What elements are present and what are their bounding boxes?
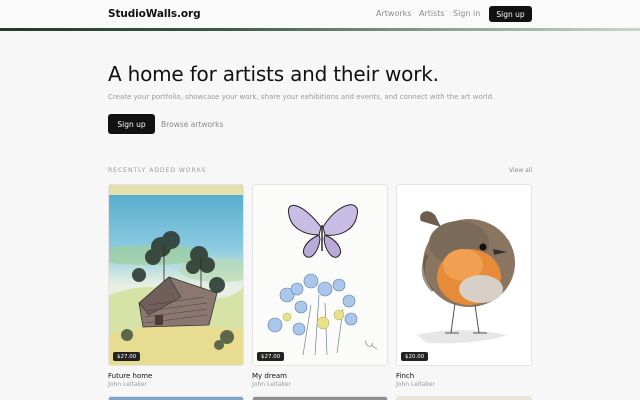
hero-title: A home for artists and their work. — [108, 62, 439, 86]
price-badge: $27.00 — [113, 352, 141, 361]
artwork-artist[interactable]: John Leitaker — [108, 381, 244, 388]
price-badge: $20.00 — [401, 352, 429, 361]
artwork-image-robin[interactable]: $20.00 — [396, 184, 532, 366]
accent-gradient-line — [0, 28, 640, 31]
watercolor-landscape-illustration — [109, 185, 243, 365]
artwork-title[interactable]: Future home — [108, 372, 244, 380]
nav-sign-in-link[interactable]: Sign in — [453, 9, 480, 18]
nav-artworks-link[interactable]: Artworks — [376, 9, 411, 18]
artwork-card[interactable]: $27.00 My dream John Leitaker — [252, 184, 388, 388]
artwork-title[interactable]: My dream — [252, 372, 388, 380]
nav-sign-up-button[interactable]: Sign up — [489, 6, 532, 22]
watercolor-robin-illustration — [397, 185, 531, 365]
artwork-card[interactable]: $27.00 Future home John Leitaker — [108, 184, 244, 388]
browse-artworks-link[interactable]: Browse artworks — [161, 120, 223, 129]
artwork-artist[interactable]: John Leitaker — [252, 381, 388, 388]
watercolor-butterfly-illustration — [253, 185, 387, 365]
nav-artists-link[interactable]: Artists — [419, 9, 445, 18]
artwork-artist[interactable]: John Leitaker — [396, 381, 532, 388]
artwork-card-partial[interactable] — [108, 396, 244, 400]
price-badge: $27.00 — [257, 352, 285, 361]
view-all-link[interactable]: View all — [509, 167, 532, 174]
artwork-image-landscape[interactable]: $27.00 — [108, 184, 244, 366]
top-navbar — [0, 0, 640, 29]
hero-sign-up-button[interactable]: Sign up — [108, 114, 155, 134]
section-title: RECENTLY ADDED WORKS — [108, 167, 207, 174]
artwork-title[interactable]: Finch — [396, 372, 532, 380]
site-logo[interactable]: StudioWalls.org — [108, 8, 201, 20]
artwork-image-butterfly[interactable]: $27.00 — [252, 184, 388, 366]
artwork-card-partial[interactable] — [252, 396, 388, 400]
artwork-card-partial[interactable] — [396, 396, 532, 400]
hero-subtitle: Create your portfolio, showcase your wor… — [108, 93, 495, 101]
artwork-card[interactable]: $20.00 Finch John Leitaker — [396, 184, 532, 388]
